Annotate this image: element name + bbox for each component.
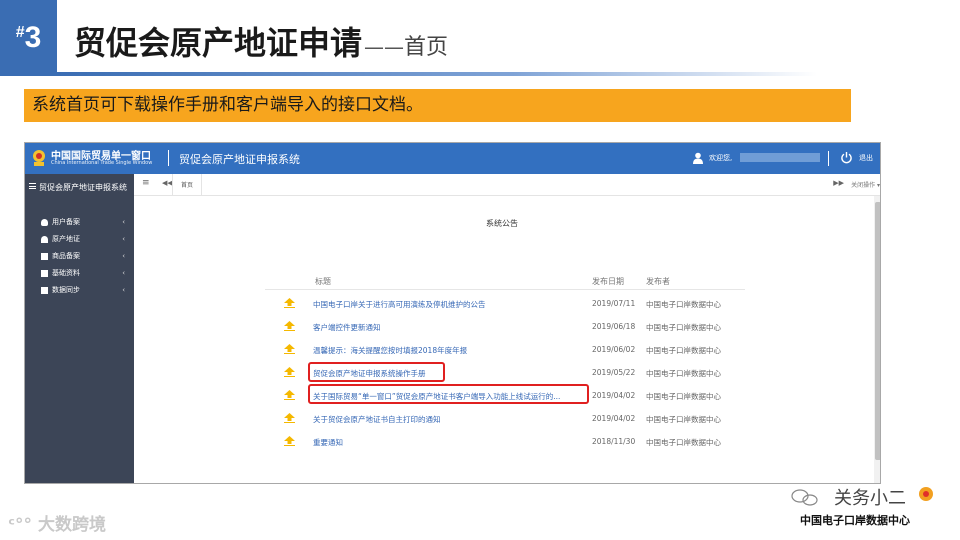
- sidebar-item-label: 用户备案: [52, 218, 80, 226]
- pin-icon: [284, 344, 295, 354]
- pin-icon: [284, 413, 295, 423]
- grid-icon: [41, 269, 48, 277]
- logout-link[interactable]: 退出: [859, 153, 873, 163]
- notice-date: 2019/04/02: [592, 391, 636, 400]
- slide-number: 3: [24, 21, 42, 54]
- close-operations-menu[interactable]: 关闭操作 ▾: [851, 180, 880, 189]
- grid-icon: [41, 286, 48, 294]
- pin-icon: [284, 367, 295, 377]
- slide-title-main: 贸促会原产地证申请: [74, 24, 363, 62]
- watermark-left: ᶜ°° 大数跨境: [8, 515, 106, 535]
- slide-title-dash: ——: [364, 35, 405, 59]
- menu-toggle-icon[interactable]: ≡: [142, 178, 150, 188]
- header-divider-line: [265, 289, 745, 290]
- highlight-box-manual: [308, 362, 445, 382]
- slide-number-badge: # 3: [0, 0, 57, 76]
- slide-title-sub: 首页: [404, 35, 449, 60]
- slide-number-hash: #: [15, 24, 25, 41]
- system-title: 贸促会原产地证申报系统: [179, 153, 300, 166]
- chevron-left-icon: ‹: [122, 252, 125, 260]
- notice-row[interactable]: 关于贸促会原产地证书自主打印的通知 2019/04/02 中国电子口岸数据中心: [265, 408, 745, 431]
- sidebar-item-data-sync[interactable]: 数据同步 ‹: [41, 285, 131, 295]
- pin-icon: [284, 390, 295, 400]
- tab-home[interactable]: 首页: [172, 174, 203, 196]
- list-icon: [41, 252, 48, 260]
- sidebar-header-label: 贸促会原产地证申报系统: [39, 183, 127, 192]
- column-header-title: 标题: [315, 277, 331, 286]
- notice-date: 2018/11/30: [592, 437, 636, 446]
- sidebar-item-user-filing[interactable]: 用户备案 ‹: [41, 217, 131, 227]
- notice-row[interactable]: 重要通知 2018/11/30 中国电子口岸数据中心: [265, 431, 745, 454]
- system-screenshot: 中国国际贸易单一窗口 China International Trade Sin…: [24, 142, 881, 484]
- chevron-left-icon: ‹: [122, 235, 125, 243]
- sidebar-item-label: 数据同步: [52, 286, 80, 294]
- header-divider-right: [828, 151, 829, 166]
- welcome-text: 欢迎您,: [709, 154, 733, 162]
- notice-publisher: 中国电子口岸数据中心: [646, 369, 721, 378]
- scrollbar-thumb[interactable]: [875, 202, 880, 460]
- username-redacted: [740, 153, 820, 162]
- person-icon: [41, 235, 48, 243]
- chevron-left-icon: ‹: [122, 269, 125, 277]
- notice-publisher: 中国电子口岸数据中心: [646, 392, 721, 401]
- slide-title: 贸促会原产地证申请 —— 首页: [74, 18, 448, 64]
- watermark-right-footer: 中国电子口岸数据中心: [800, 514, 910, 527]
- pin-icon: [284, 298, 295, 308]
- close-operations-label: 关闭操作: [851, 182, 876, 189]
- notice-publisher: 中国电子口岸数据中心: [646, 300, 721, 309]
- portal-logo-en: China International Trade Single Window: [51, 160, 153, 166]
- sidebar-header[interactable]: 贸促会原产地证申报系统: [29, 182, 129, 193]
- scrollbar[interactable]: [874, 196, 880, 483]
- portal-header: 中国国际贸易单一窗口 China International Trade Sin…: [25, 143, 880, 174]
- column-header-date: 发布日期: [592, 277, 624, 286]
- sidebar-item-label: 基础资料: [52, 269, 80, 277]
- caption-bar: 系统首页可下载操作手册和客户端导入的接口文档。: [24, 89, 851, 122]
- notice-date: 2019/04/02: [592, 414, 636, 423]
- user-icon: [41, 218, 48, 226]
- sidebar-item-goods-filing[interactable]: 商品备案 ‹: [41, 251, 131, 261]
- emblem-icon: [33, 150, 45, 166]
- notice-date: 2019/05/22: [592, 368, 636, 377]
- tab-scroll-right-icon[interactable]: ▶▶: [833, 179, 844, 187]
- highlight-box-import-doc: [308, 384, 589, 404]
- notice-row[interactable]: 客户端控件更新通知 2019/06/18 中国电子口岸数据中心: [265, 316, 745, 339]
- pin-icon: [284, 321, 295, 331]
- user-icon: [693, 152, 703, 164]
- notice-publisher: 中国电子口岸数据中心: [646, 323, 721, 332]
- header-divider: [168, 150, 169, 166]
- chevron-left-icon: ‹: [122, 218, 125, 226]
- notice-title-link[interactable]: 重要通知: [313, 437, 343, 448]
- notice-title-link[interactable]: 关于贸促会原产地证书自主打印的通知: [313, 414, 441, 425]
- notice-row[interactable]: 温馨提示：海关提醒您按时填报2018年度年报 2019/06/02 中国电子口岸…: [265, 339, 745, 362]
- notice-date: 2019/07/11: [592, 299, 636, 308]
- tab-bar: ≡ ◀◀ 首页 ▶▶ 关闭操作 ▾: [134, 174, 880, 196]
- main-content: 系统公告 标题 发布日期 发布者 中国电子口岸关于进行高可用演练及停机维护的公告…: [134, 196, 880, 483]
- pin-icon: [284, 436, 295, 446]
- sidebar-item-label: 商品备案: [52, 252, 80, 260]
- sidebar-item-label: 原产地证: [52, 235, 80, 243]
- watermark-left-text: 大数跨境: [37, 515, 106, 535]
- notice-date: 2019/06/18: [592, 322, 636, 331]
- notice-title-link[interactable]: 温馨提示：海关提醒您按时填报2018年度年报: [313, 345, 467, 356]
- sidebar-item-basic-data[interactable]: 基础资料 ‹: [41, 268, 131, 278]
- notice-title-link[interactable]: 中国电子口岸关于进行高可用演练及停机维护的公告: [313, 299, 486, 310]
- sidebar-item-certificate-of-origin[interactable]: 原产地证 ‹: [41, 234, 131, 244]
- notice-date: 2019/06/02: [592, 345, 636, 354]
- notice-publisher: 中国电子口岸数据中心: [646, 346, 721, 355]
- power-icon[interactable]: [840, 151, 853, 164]
- notice-row[interactable]: 中国电子口岸关于进行高可用演练及停机维护的公告 2019/07/11 中国电子口…: [265, 293, 745, 316]
- sidebar: 贸促会原产地证申报系统 用户备案 ‹ 原产地证 ‹ 商品备案 ‹ 基础资料 ‹ …: [25, 174, 134, 483]
- notice-publisher: 中国电子口岸数据中心: [646, 438, 721, 447]
- chevron-left-icon: ‹: [122, 286, 125, 294]
- column-header-publisher: 发布者: [646, 277, 670, 286]
- notice-board-title: 系统公告: [486, 219, 518, 228]
- notice-publisher: 中国电子口岸数据中心: [646, 415, 721, 424]
- notice-title-link[interactable]: 客户端控件更新通知: [313, 322, 381, 333]
- menu-icon: [29, 183, 36, 189]
- title-underline: [57, 72, 817, 76]
- watermark-right-brand: 关务小二: [834, 488, 906, 509]
